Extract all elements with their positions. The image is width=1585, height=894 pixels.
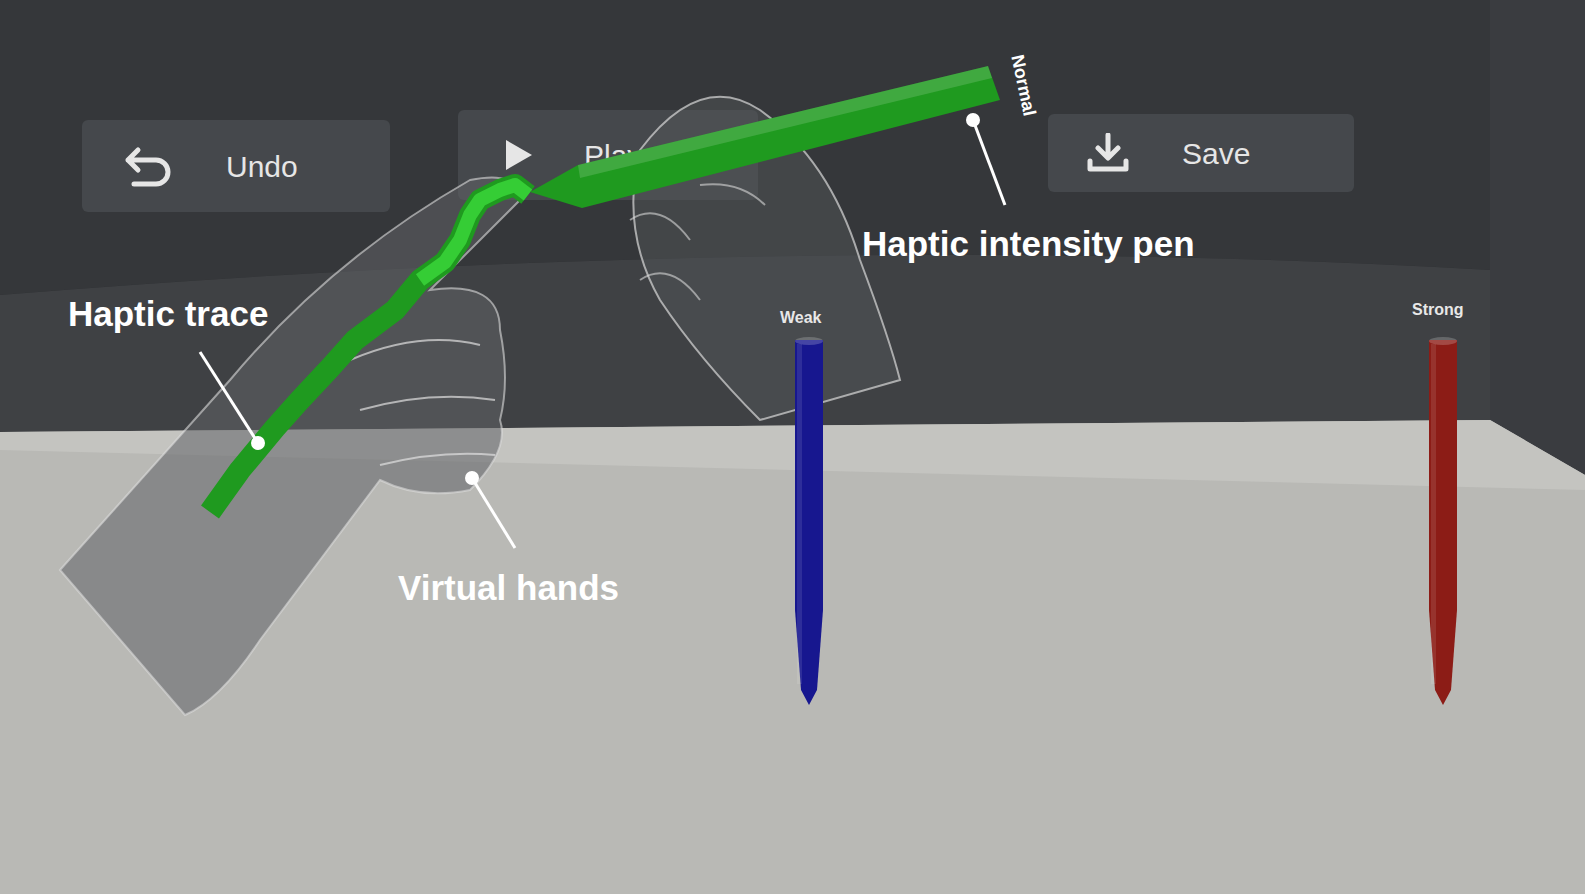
haptic-pen[interactable] (1429, 337, 1457, 705)
haptic-pen[interactable] (795, 337, 823, 705)
undo-label: Undo (226, 144, 298, 189)
haptic-trace (210, 185, 528, 512)
haptic-pen[interactable] (530, 66, 1000, 208)
vr-scene: Undo Play Save Haptic trace Haptic inten… (0, 0, 1585, 894)
haptic-trace-annotation: Haptic trace (68, 288, 268, 341)
undo-icon (124, 144, 176, 188)
scene-objects (0, 0, 1585, 894)
play-icon (502, 138, 536, 172)
save-button[interactable]: Save (1048, 114, 1354, 192)
annotation-lines (0, 0, 1585, 894)
save-label: Save (1182, 131, 1250, 176)
undo-button[interactable]: Undo (82, 120, 390, 212)
haptic-pen-annotation: Haptic intensity pen (862, 218, 1195, 271)
download-icon (1086, 133, 1130, 173)
virtual-hands-annotation: Virtual hands (398, 562, 619, 615)
pen-label: Weak (780, 306, 822, 330)
pen-label: Strong (1412, 298, 1464, 322)
